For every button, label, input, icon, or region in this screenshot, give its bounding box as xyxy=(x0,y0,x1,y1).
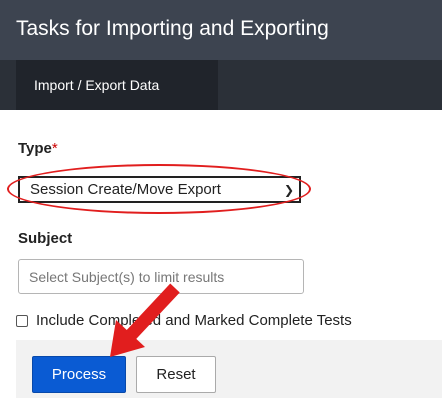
annotation-arrow-icon xyxy=(110,283,180,357)
